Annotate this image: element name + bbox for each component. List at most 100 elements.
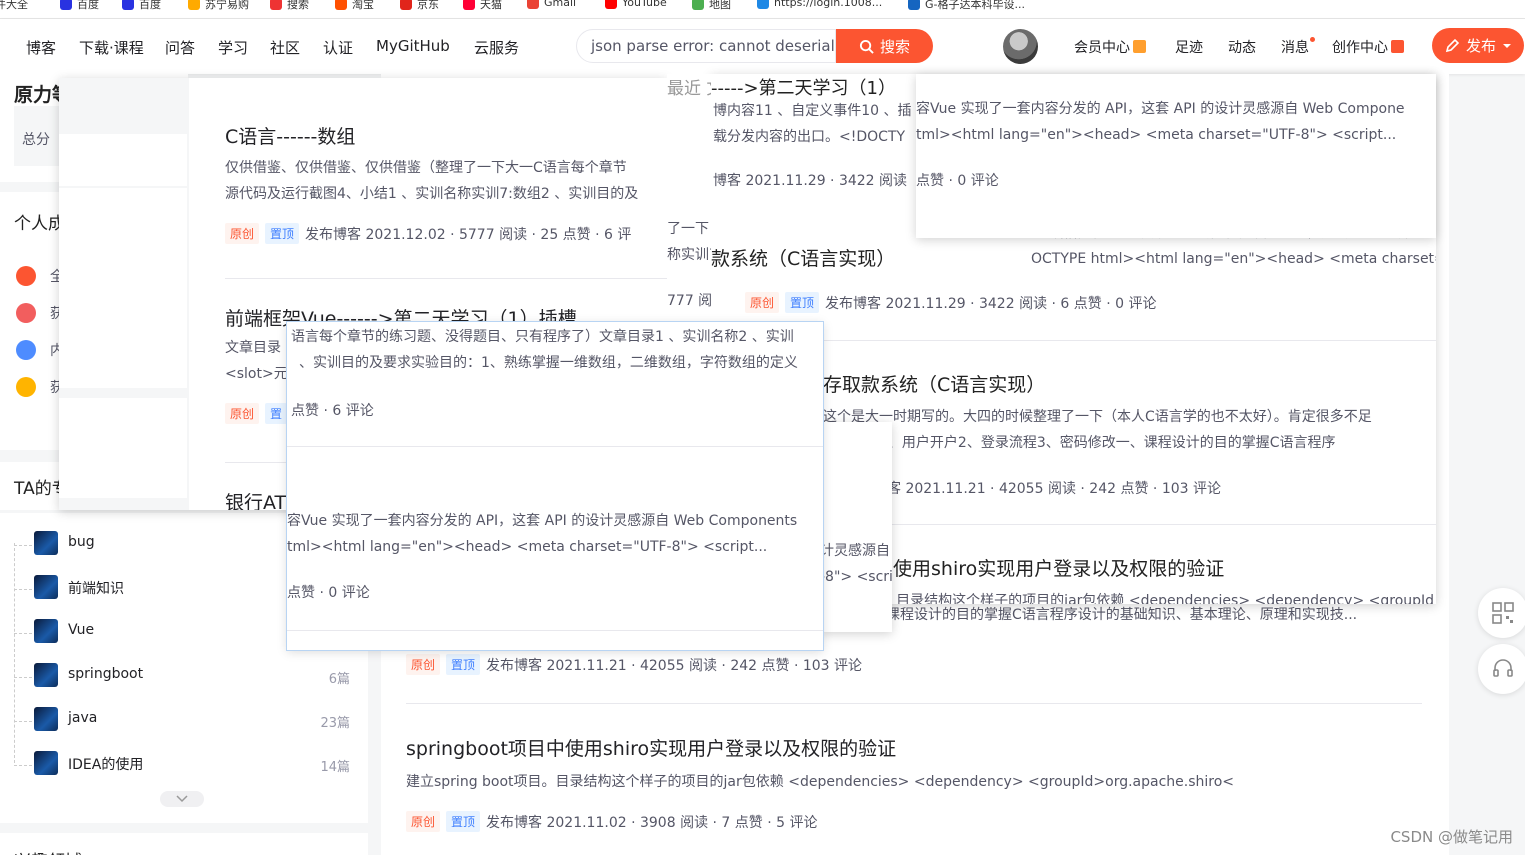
nav-item[interactable]: 社区 <box>270 37 300 58</box>
ghost-meta: 点赞 · 0 评论 <box>287 585 370 601</box>
bookmark-icon <box>335 0 347 10</box>
tree-line <box>14 545 32 546</box>
tree-line <box>14 721 32 722</box>
badge-top: 置顶 <box>785 292 820 313</box>
chevron-down-icon <box>1503 43 1511 48</box>
tag-thumbnail-icon <box>34 531 58 555</box>
right-nav-item[interactable]: 消息 <box>1281 37 1315 57</box>
bookmark-item[interactable]: 百度 <box>60 0 99 12</box>
bookmark-item[interactable]: 京东 <box>400 0 439 12</box>
right-nav-item[interactable]: 创作中心 <box>1332 37 1404 57</box>
search-button-label: 搜索 <box>879 37 910 56</box>
ghost-desc: 计灵感源自 <box>820 543 890 559</box>
ghost-meta: 客 2021.11.21 · 42055 阅读 · 242 点赞 · 103 评… <box>887 481 1221 497</box>
total-score-label: 总分 <box>22 132 50 148</box>
tag-name[interactable]: java <box>68 710 97 726</box>
nav-item[interactable]: 云服务 <box>474 37 519 58</box>
ghost-desc: ooot项目。目录结构这个样子的项目的jar包依赖 <dependencies>… <box>823 593 1435 604</box>
article-title[interactable]: 银行AT <box>225 488 286 510</box>
nav-item[interactable]: 问答 <box>165 37 195 58</box>
ghost-desc: 容Vue 实现了一套内容分发的 API，这套 API 的设计灵感源自 Web C… <box>916 101 1405 117</box>
bookmark-icon <box>60 0 72 10</box>
nav-item[interactable]: MyGitHub <box>376 37 450 55</box>
bookmark-item[interactable]: 天猫 <box>463 0 502 12</box>
ghost-desc: 语言每个章节的练习题、没得题目、只有程序了）文章目录1 、实训名称2 、实训 <box>291 329 794 345</box>
bookmark-label: 软件大全 <box>0 0 28 11</box>
bookmark-item[interactable]: 百度 <box>122 0 161 12</box>
tag-item[interactable]: IDEA的使用 14篇 <box>0 750 368 780</box>
ghost-title: 使用shiro实现用户登录以及权限的验证 <box>893 558 1225 580</box>
tag-thumbnail-icon <box>34 575 58 599</box>
bookmark-label: 天猫 <box>480 0 502 11</box>
bookmark-label: https://login.1008... <box>774 0 883 9</box>
bookmark-item[interactable]: 搜索 <box>270 0 309 12</box>
tag-item[interactable]: java 23篇 <box>0 706 368 736</box>
customer-service-button[interactable] <box>1478 644 1525 694</box>
nav-item[interactable]: 博客 <box>26 37 56 58</box>
bookmark-icon <box>400 0 412 10</box>
qrcode-button[interactable] <box>1478 588 1525 638</box>
tag-name[interactable]: 前端知识 <box>68 578 124 598</box>
bookmark-item[interactable]: 淘宝 <box>335 0 374 12</box>
bookmark-icon <box>463 0 475 10</box>
tag-item[interactable]: springboot 6篇 <box>0 662 368 692</box>
bookmark-icon <box>692 0 704 10</box>
article-bank-atm[interactable]: 银行AT <box>225 488 286 510</box>
badge-original: 原创 <box>406 811 441 832</box>
bookmark-item[interactable]: https://login.1008... <box>757 0 882 9</box>
tag-name[interactable]: IDEA的使用 <box>68 754 143 774</box>
tag-name[interactable]: Vue <box>68 622 94 638</box>
bookmark-item[interactable]: 软件大全 <box>0 0 28 12</box>
badge-original: 原创 <box>745 292 780 313</box>
right-nav-item[interactable]: 足迹 <box>1175 37 1203 57</box>
search-button[interactable]: 搜索 <box>836 29 933 63</box>
gift-icon <box>1133 40 1146 53</box>
nav-item[interactable]: 下载·课程 <box>79 37 144 58</box>
chevron-down-icon <box>176 795 188 803</box>
right-nav-label: 消息 <box>1281 40 1309 56</box>
bookmark-label: 搜索 <box>287 0 309 11</box>
new-badge-icon <box>1391 40 1404 53</box>
badge-top: 置顶 <box>265 223 300 244</box>
tag-name[interactable]: springboot <box>68 666 143 682</box>
bookmark-icon <box>270 0 282 10</box>
right-nav-item[interactable]: 动态 <box>1228 37 1256 57</box>
bookmark-item[interactable]: G-格子达本科毕设... <box>908 0 1025 12</box>
article-c-array[interactable]: C语言------数组 仅供借鉴、仅供借鉴、仅供借鉴（整理了一下大一C语言每个章… <box>225 122 667 244</box>
right-nav-label: 足迹 <box>1175 40 1203 56</box>
article-title[interactable]: springboot项目中使用shiro实现用户登录以及权限的验证 <box>406 734 1234 761</box>
right-nav-label: 创作中心 <box>1332 40 1388 56</box>
bookmark-item[interactable]: 苏宁易购 <box>188 0 249 12</box>
nav-item[interactable]: 认证 <box>323 37 353 58</box>
publish-button[interactable]: 发布 <box>1432 28 1524 63</box>
achievement-row: 内 <box>16 340 64 360</box>
achievements-title: 个人成 <box>14 214 65 234</box>
ghost-title: ----->第二天学习（1） <box>711 78 897 99</box>
bookmark-item[interactable]: Gmail <box>527 0 576 9</box>
expand-tags-button[interactable] <box>160 791 204 807</box>
search-input[interactable]: json parse error: cannot deserial <box>576 29 836 63</box>
bookmark-item[interactable]: 地图 <box>692 0 731 12</box>
tag-count: 6篇 <box>328 672 350 687</box>
ghost-desc: 容Vue 实现了一套内容分发的 API，这套 API 的设计灵感源自 Web C… <box>287 513 798 529</box>
bookmark-item[interactable]: YouTube <box>605 0 667 9</box>
avatar[interactable] <box>1003 29 1038 64</box>
bookmarks-bar: 软件大全 百度 百度 苏宁易购 搜索 淘宝 京东 天猫 Gmail YouTube 地图 https:… <box>0 0 1525 19</box>
article-meta: 发布博客 2021.11.21 · 42055 阅读 · 242 点赞 · 10… <box>486 657 863 674</box>
bookmark-label: YouTube <box>622 0 667 9</box>
article-desc: 建立spring boot项目。目录结构这个样子的项目的jar包依赖 <depe… <box>406 774 1235 790</box>
nav-item[interactable]: 学习 <box>218 37 248 58</box>
article-springboot[interactable]: springboot项目中使用shiro实现用户登录以及权限的验证 建立spri… <box>406 734 1234 832</box>
tag-thumbnail-icon <box>34 663 58 687</box>
tag-name[interactable]: bug <box>68 534 95 550</box>
achievement-icon <box>16 303 36 323</box>
publish-label: 发布 <box>1465 37 1496 55</box>
interest-title: 兴趣领域 <box>14 847 82 855</box>
right-nav-item[interactable]: 会员中心 <box>1074 37 1146 57</box>
pen-icon <box>1445 38 1460 52</box>
ghost-desc: 了一下 <box>667 221 709 237</box>
divider <box>406 703 1422 704</box>
ghost-meta: 点赞 · 6 评论 <box>291 403 374 419</box>
article-meta: 发布博客 2021.11.02 · 3908 阅读 · 7 点赞 · 5 评论 <box>486 814 818 831</box>
article-title[interactable]: C语言------数组 <box>225 122 667 149</box>
